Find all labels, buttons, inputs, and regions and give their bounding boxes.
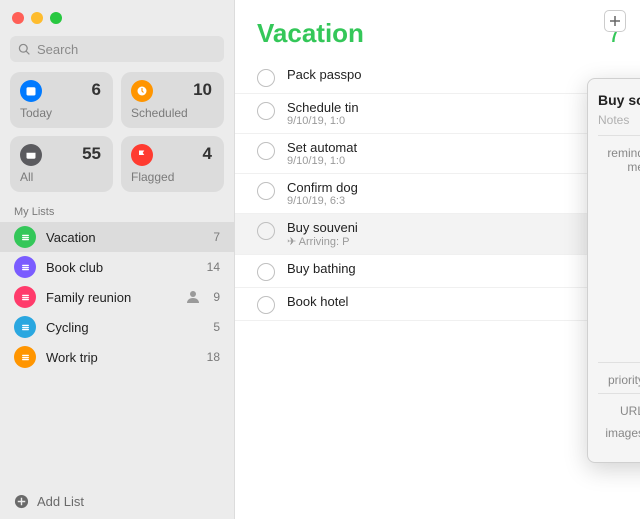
reminder-title: Book hotel: [287, 294, 624, 309]
list-count: 7: [213, 230, 220, 244]
tile-flagged-label: Flagged: [131, 170, 214, 184]
notes-field[interactable]: Notes: [598, 113, 640, 127]
complete-toggle[interactable]: [257, 142, 275, 160]
list-count: 9: [213, 290, 220, 304]
list-bullet-icon: [14, 346, 36, 368]
flag-icon: [131, 144, 153, 166]
list-bullet-icon: [14, 286, 36, 308]
new-reminder-button[interactable]: [604, 10, 626, 32]
sidebar-list-cycling[interactable]: Cycling 5: [0, 312, 234, 342]
reminder-row[interactable]: Confirm dog9/10/19, 6:3: [235, 174, 640, 214]
reminders-list: Pack passpoSchedule tin9/10/19, 1:0Set a…: [235, 55, 640, 327]
reminder-title: Pack passpo: [287, 67, 624, 82]
calendar-icon: [20, 80, 42, 102]
complete-toggle[interactable]: [257, 222, 275, 240]
list-bullet-icon: [14, 256, 36, 278]
reminder-subtitle: 9/10/19, 1:0: [287, 155, 624, 167]
reminder-title: Buy souveni: [287, 220, 624, 235]
reminder-title: Confirm dog: [287, 180, 624, 195]
tile-today[interactable]: 6 Today: [10, 72, 113, 128]
complete-toggle[interactable]: [257, 102, 275, 120]
complete-toggle[interactable]: [257, 69, 275, 87]
list-bullet-icon: [14, 316, 36, 338]
list-name: Family reunion: [46, 290, 175, 305]
window-controls: [0, 0, 234, 32]
list-name: Vacation: [46, 230, 203, 245]
search-placeholder: Search: [37, 42, 78, 57]
lists-container: Vacation 7 Book club 14 Family reunion 9 Cycli…: [0, 222, 234, 484]
tile-all-count: 55: [82, 144, 101, 164]
tile-all[interactable]: 55 All: [10, 136, 113, 192]
popover-title[interactable]: Buy souvenirs: [598, 92, 640, 108]
reminder-title: Set automat: [287, 140, 624, 155]
list-name: Work trip: [46, 350, 197, 365]
tile-scheduled[interactable]: 10 Scheduled: [121, 72, 224, 128]
inbox-icon: [20, 144, 42, 166]
remind-label: remind me: [598, 144, 640, 174]
images-label: images: [598, 424, 640, 440]
sidebar: Search 6 Today 10 Scheduled 55 All 4 Fla…: [0, 0, 235, 519]
plus-icon: [609, 15, 621, 27]
reminder-row[interactable]: Book hotel: [235, 288, 640, 321]
reminder-subtitle: 9/10/19, 6:3: [287, 195, 624, 207]
complete-toggle[interactable]: [257, 296, 275, 314]
add-list-label: Add List: [37, 494, 84, 509]
complete-toggle[interactable]: [257, 182, 275, 200]
reminder-row[interactable]: Set automat9/10/19, 1:0: [235, 134, 640, 174]
tile-all-label: All: [20, 170, 103, 184]
my-lists-header: My Lists: [0, 192, 234, 222]
list-name: Cycling: [46, 320, 203, 335]
reminder-title: Buy bathing: [287, 261, 624, 276]
reminder-row[interactable]: Buy souveni✈ Arriving: P: [235, 214, 640, 255]
sidebar-list-family-reunion[interactable]: Family reunion 9: [0, 282, 234, 312]
tile-flagged[interactable]: 4 Flagged: [121, 136, 224, 192]
reminder-subtitle: ✈ Arriving: P: [287, 235, 624, 248]
add-list-button[interactable]: Add List: [0, 484, 234, 519]
reminder-row[interactable]: Schedule tin9/10/19, 1:0: [235, 94, 640, 134]
reminder-title: Schedule tin: [287, 100, 624, 115]
tile-flagged-count: 4: [203, 144, 212, 164]
zoom-window-button[interactable]: [50, 12, 62, 24]
url-label: URL: [598, 402, 640, 418]
sidebar-list-vacation[interactable]: Vacation 7: [0, 222, 234, 252]
tile-today-count: 6: [92, 80, 101, 100]
tile-scheduled-count: 10: [193, 80, 212, 100]
minimize-window-button[interactable]: [31, 12, 43, 24]
tile-scheduled-label: Scheduled: [131, 106, 214, 120]
reminder-row[interactable]: Pack passpo: [235, 61, 640, 94]
main-pane: Vacation 7 Pack passpoSchedule tin9/10/1…: [235, 0, 640, 519]
search-input[interactable]: Search: [10, 36, 224, 62]
list-count: 5: [213, 320, 220, 334]
sidebar-list-book-club[interactable]: Book club 14: [0, 252, 234, 282]
list-bullet-icon: [14, 226, 36, 248]
close-window-button[interactable]: [12, 12, 24, 24]
list-name: Book club: [46, 260, 197, 275]
priority-label: priority: [598, 371, 640, 387]
list-count: 18: [207, 350, 220, 364]
plus-circle-icon: [14, 494, 29, 509]
sidebar-list-work-trip[interactable]: Work trip 18: [0, 342, 234, 372]
reminder-subtitle: 9/10/19, 1:0: [287, 115, 624, 127]
shared-icon: [185, 289, 201, 305]
tile-today-label: Today: [20, 106, 103, 120]
list-count: 14: [207, 260, 220, 274]
reminder-row[interactable]: Buy bathing: [235, 255, 640, 288]
search-icon: [18, 43, 31, 56]
clock-icon: [131, 80, 153, 102]
reminder-details-popover: Buy souvenirs Notes remind me On a Day A…: [587, 78, 640, 463]
complete-toggle[interactable]: [257, 263, 275, 281]
list-title: Vacation: [257, 18, 608, 49]
